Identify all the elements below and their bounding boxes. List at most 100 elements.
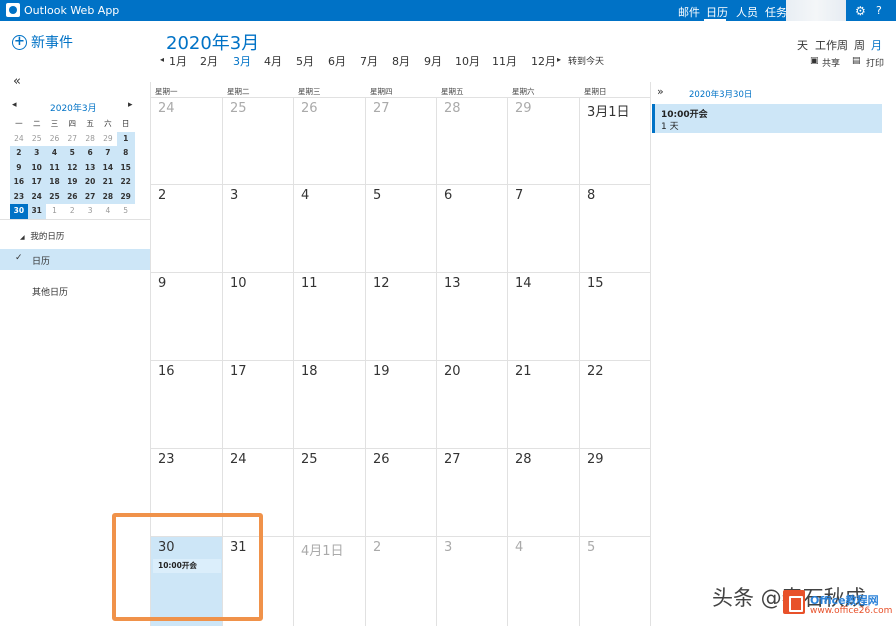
sidebar-item-calendar[interactable]: ✓ 日历 <box>0 249 150 270</box>
view-month[interactable]: 月 <box>871 37 882 53</box>
mini-cal-day[interactable]: 20 <box>81 175 99 190</box>
mini-cal-day[interactable]: 23 <box>10 189 28 204</box>
day-cell[interactable]: 15 <box>579 272 651 360</box>
day-cell[interactable]: 3 <box>436 536 507 626</box>
mini-cal-day[interactable]: 13 <box>81 160 99 175</box>
mini-cal-day[interactable]: 12 <box>63 160 82 175</box>
next-month-arrow-icon[interactable]: ▸ <box>557 55 561 64</box>
day-cell[interactable]: 5 <box>579 536 651 626</box>
day-cell[interactable]: 19 <box>365 360 436 448</box>
month-sep[interactable]: 9月 <box>424 53 442 69</box>
mini-cal-day[interactable]: 5 <box>63 146 82 161</box>
mini-cal-day[interactable]: 27 <box>81 189 99 204</box>
day-cell[interactable]: 25 <box>222 97 293 184</box>
mini-cal-day[interactable]: 15 <box>116 160 135 175</box>
month-jul[interactable]: 7月 <box>360 53 378 69</box>
mini-cal-day[interactable]: 8 <box>116 146 135 161</box>
help-icon[interactable]: ? <box>876 4 882 17</box>
mini-cal-day[interactable]: 21 <box>98 175 117 190</box>
day-cell[interactable]: 29 <box>579 448 651 536</box>
day-cell[interactable]: 28 <box>507 448 579 536</box>
mini-cal-day[interactable]: 14 <box>98 160 117 175</box>
nav-people[interactable]: 人员 <box>736 4 758 20</box>
mini-cal-day[interactable]: 28 <box>81 132 99 147</box>
mini-cal-day[interactable]: 29 <box>116 189 135 204</box>
day-cell[interactable]: 2 <box>150 184 222 272</box>
month-jan[interactable]: 1月 <box>169 53 187 69</box>
day-cell[interactable]: 4 <box>293 184 365 272</box>
mini-cal-day[interactable]: 5 <box>117 204 135 219</box>
month-feb[interactable]: 2月 <box>200 53 218 69</box>
mini-cal-day[interactable]: 1 <box>46 204 64 219</box>
nav-calendar[interactable]: 日历 <box>706 4 728 20</box>
day-cell[interactable]: 26 <box>365 448 436 536</box>
day-cell[interactable]: 10 <box>222 272 293 360</box>
mini-cal-day[interactable]: 16 <box>10 175 28 190</box>
view-day[interactable]: 天 <box>797 37 808 53</box>
month-may[interactable]: 5月 <box>296 53 314 69</box>
mini-cal-day[interactable]: 26 <box>63 189 82 204</box>
other-calendars-link[interactable]: 其他日历 <box>32 285 68 298</box>
day-cell[interactable]: 27 <box>365 97 436 184</box>
mini-cal-day[interactable]: 6 <box>81 146 99 161</box>
month-jun[interactable]: 6月 <box>328 53 346 69</box>
mini-cal-day[interactable]: 19 <box>63 175 82 190</box>
day-cell[interactable]: 25 <box>293 448 365 536</box>
day-cell[interactable]: 4 <box>507 536 579 626</box>
view-week[interactable]: 周 <box>854 37 865 53</box>
mini-cal-day[interactable]: 2 <box>63 204 81 219</box>
day-cell[interactable]: 18 <box>293 360 365 448</box>
share-button[interactable]: 共享 <box>822 56 840 69</box>
month-aug[interactable]: 8月 <box>392 53 410 69</box>
day-cell[interactable]: 3月1日 <box>579 97 651 184</box>
collapse-left-pane-icon[interactable]: « <box>13 74 21 89</box>
mini-cal-day[interactable]: 30 <box>10 204 28 219</box>
mini-cal-day[interactable]: 4 <box>45 146 64 161</box>
mini-cal-day[interactable]: 24 <box>10 132 28 147</box>
mini-cal-day[interactable]: 3 <box>27 146 46 161</box>
mini-cal-prev-icon[interactable]: ◂ <box>12 100 17 110</box>
day-cell[interactable]: 8 <box>579 184 651 272</box>
mini-cal-day[interactable]: 2 <box>10 146 28 161</box>
day-cell[interactable]: 6 <box>436 184 507 272</box>
mini-cal-day[interactable]: 31 <box>27 204 46 219</box>
mini-cal-day[interactable]: 3 <box>81 204 99 219</box>
day-cell[interactable]: 16 <box>150 360 222 448</box>
mini-cal-day[interactable]: 17 <box>27 175 46 190</box>
new-event-button[interactable]: + 新事件 <box>12 33 73 51</box>
agenda-event[interactable]: 10:00开会 1 天 <box>652 104 882 133</box>
day-cell[interactable]: 26 <box>293 97 365 184</box>
day-cell[interactable]: 24 <box>150 97 222 184</box>
mini-cal-day[interactable]: 28 <box>98 189 117 204</box>
month-dec[interactable]: 12月 <box>531 53 556 69</box>
day-cell[interactable]: 2 <box>365 536 436 626</box>
mini-cal-day[interactable]: 10 <box>27 160 46 175</box>
mini-cal-day[interactable]: 24 <box>27 189 46 204</box>
mini-cal-day[interactable]: 22 <box>116 175 135 190</box>
mini-cal-day[interactable]: 11 <box>45 160 64 175</box>
collapse-right-pane-icon[interactable]: » <box>657 85 664 98</box>
day-cell[interactable]: 21 <box>507 360 579 448</box>
day-cell[interactable]: 27 <box>436 448 507 536</box>
day-cell[interactable]: 13 <box>436 272 507 360</box>
month-oct[interactable]: 10月 <box>455 53 480 69</box>
view-work-week[interactable]: 工作周 <box>815 37 848 53</box>
day-cell[interactable]: 29 <box>507 97 579 184</box>
day-cell[interactable]: 17 <box>222 360 293 448</box>
mini-cal-day[interactable]: 29 <box>99 132 117 147</box>
print-button[interactable]: 打印 <box>866 56 884 69</box>
day-cell[interactable]: 22 <box>579 360 651 448</box>
day-cell[interactable]: 5 <box>365 184 436 272</box>
mini-cal-day[interactable]: 4 <box>99 204 117 219</box>
mini-cal-day[interactable]: 26 <box>46 132 64 147</box>
mini-cal-day[interactable]: 25 <box>45 189 64 204</box>
day-cell[interactable]: 7 <box>507 184 579 272</box>
mini-cal-title[interactable]: 2020年3月 <box>50 101 97 114</box>
day-cell[interactable]: 4月1日 <box>293 536 365 626</box>
mini-cal-day[interactable]: 1 <box>116 131 135 146</box>
day-cell[interactable]: 9 <box>150 272 222 360</box>
nav-mail[interactable]: 邮件 <box>678 4 700 20</box>
mini-cal-day[interactable]: 18 <box>45 175 64 190</box>
mini-cal-day[interactable]: 27 <box>63 132 81 147</box>
day-cell[interactable]: 28 <box>436 97 507 184</box>
